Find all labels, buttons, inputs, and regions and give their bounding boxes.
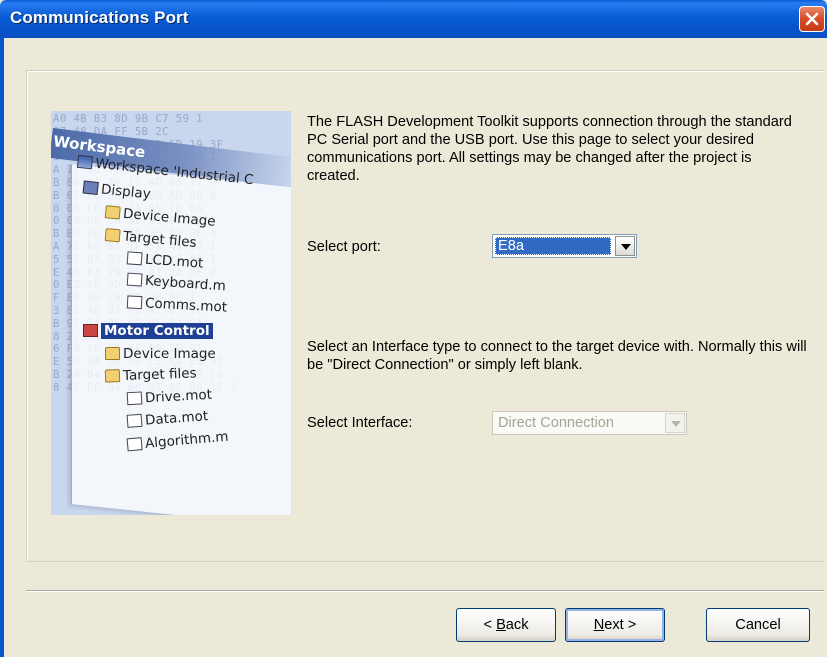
- file-icon: [126, 391, 143, 406]
- interface-select-value: Direct Connection: [498, 415, 614, 431]
- tree-item-motor-control: Motor Control: [83, 323, 213, 339]
- display-icon: [82, 180, 99, 195]
- motor-control-icon: [83, 324, 98, 337]
- close-icon: [805, 12, 819, 26]
- file-icon: [126, 437, 143, 452]
- file-icon: [126, 272, 143, 287]
- cancel-button[interactable]: Cancel: [706, 608, 810, 642]
- close-button[interactable]: [799, 6, 825, 32]
- workspace-illustration: A0 4B B3 8D 9B C7 59 1 07 48 DA FF 5B 2C…: [51, 111, 291, 515]
- interface-select[interactable]: Direct Connection: [492, 411, 687, 435]
- port-description: The FLASH Development Toolkit supports c…: [307, 114, 792, 184]
- port-select-value: E8a: [495, 237, 611, 255]
- file-icon: [126, 413, 143, 428]
- port-select[interactable]: E8a: [492, 234, 637, 258]
- button-separator: [26, 590, 824, 592]
- folder-icon: [105, 347, 120, 360]
- tree-item-target-files-2: Target files: [104, 365, 197, 384]
- title-bar[interactable]: Communications Port: [0, 0, 827, 38]
- port-label: Select port:: [307, 239, 381, 255]
- back-button[interactable]: < Back: [456, 608, 556, 642]
- file-icon: [126, 295, 143, 310]
- interface-description: Select an Interface type to connect to t…: [307, 339, 807, 373]
- folder-icon: [104, 228, 121, 243]
- chevron-down-icon[interactable]: [665, 413, 685, 433]
- next-button[interactable]: Next >: [565, 608, 665, 642]
- window-title: Communications Port: [10, 8, 189, 27]
- workspace-icon: [76, 154, 94, 170]
- file-icon: [126, 251, 143, 266]
- tree-item-device-image-2: Device Image: [105, 346, 216, 362]
- folder-icon: [104, 205, 121, 220]
- interface-label: Select Interface:: [307, 415, 413, 431]
- chevron-down-icon[interactable]: [615, 236, 635, 256]
- folder-icon: [104, 369, 121, 383]
